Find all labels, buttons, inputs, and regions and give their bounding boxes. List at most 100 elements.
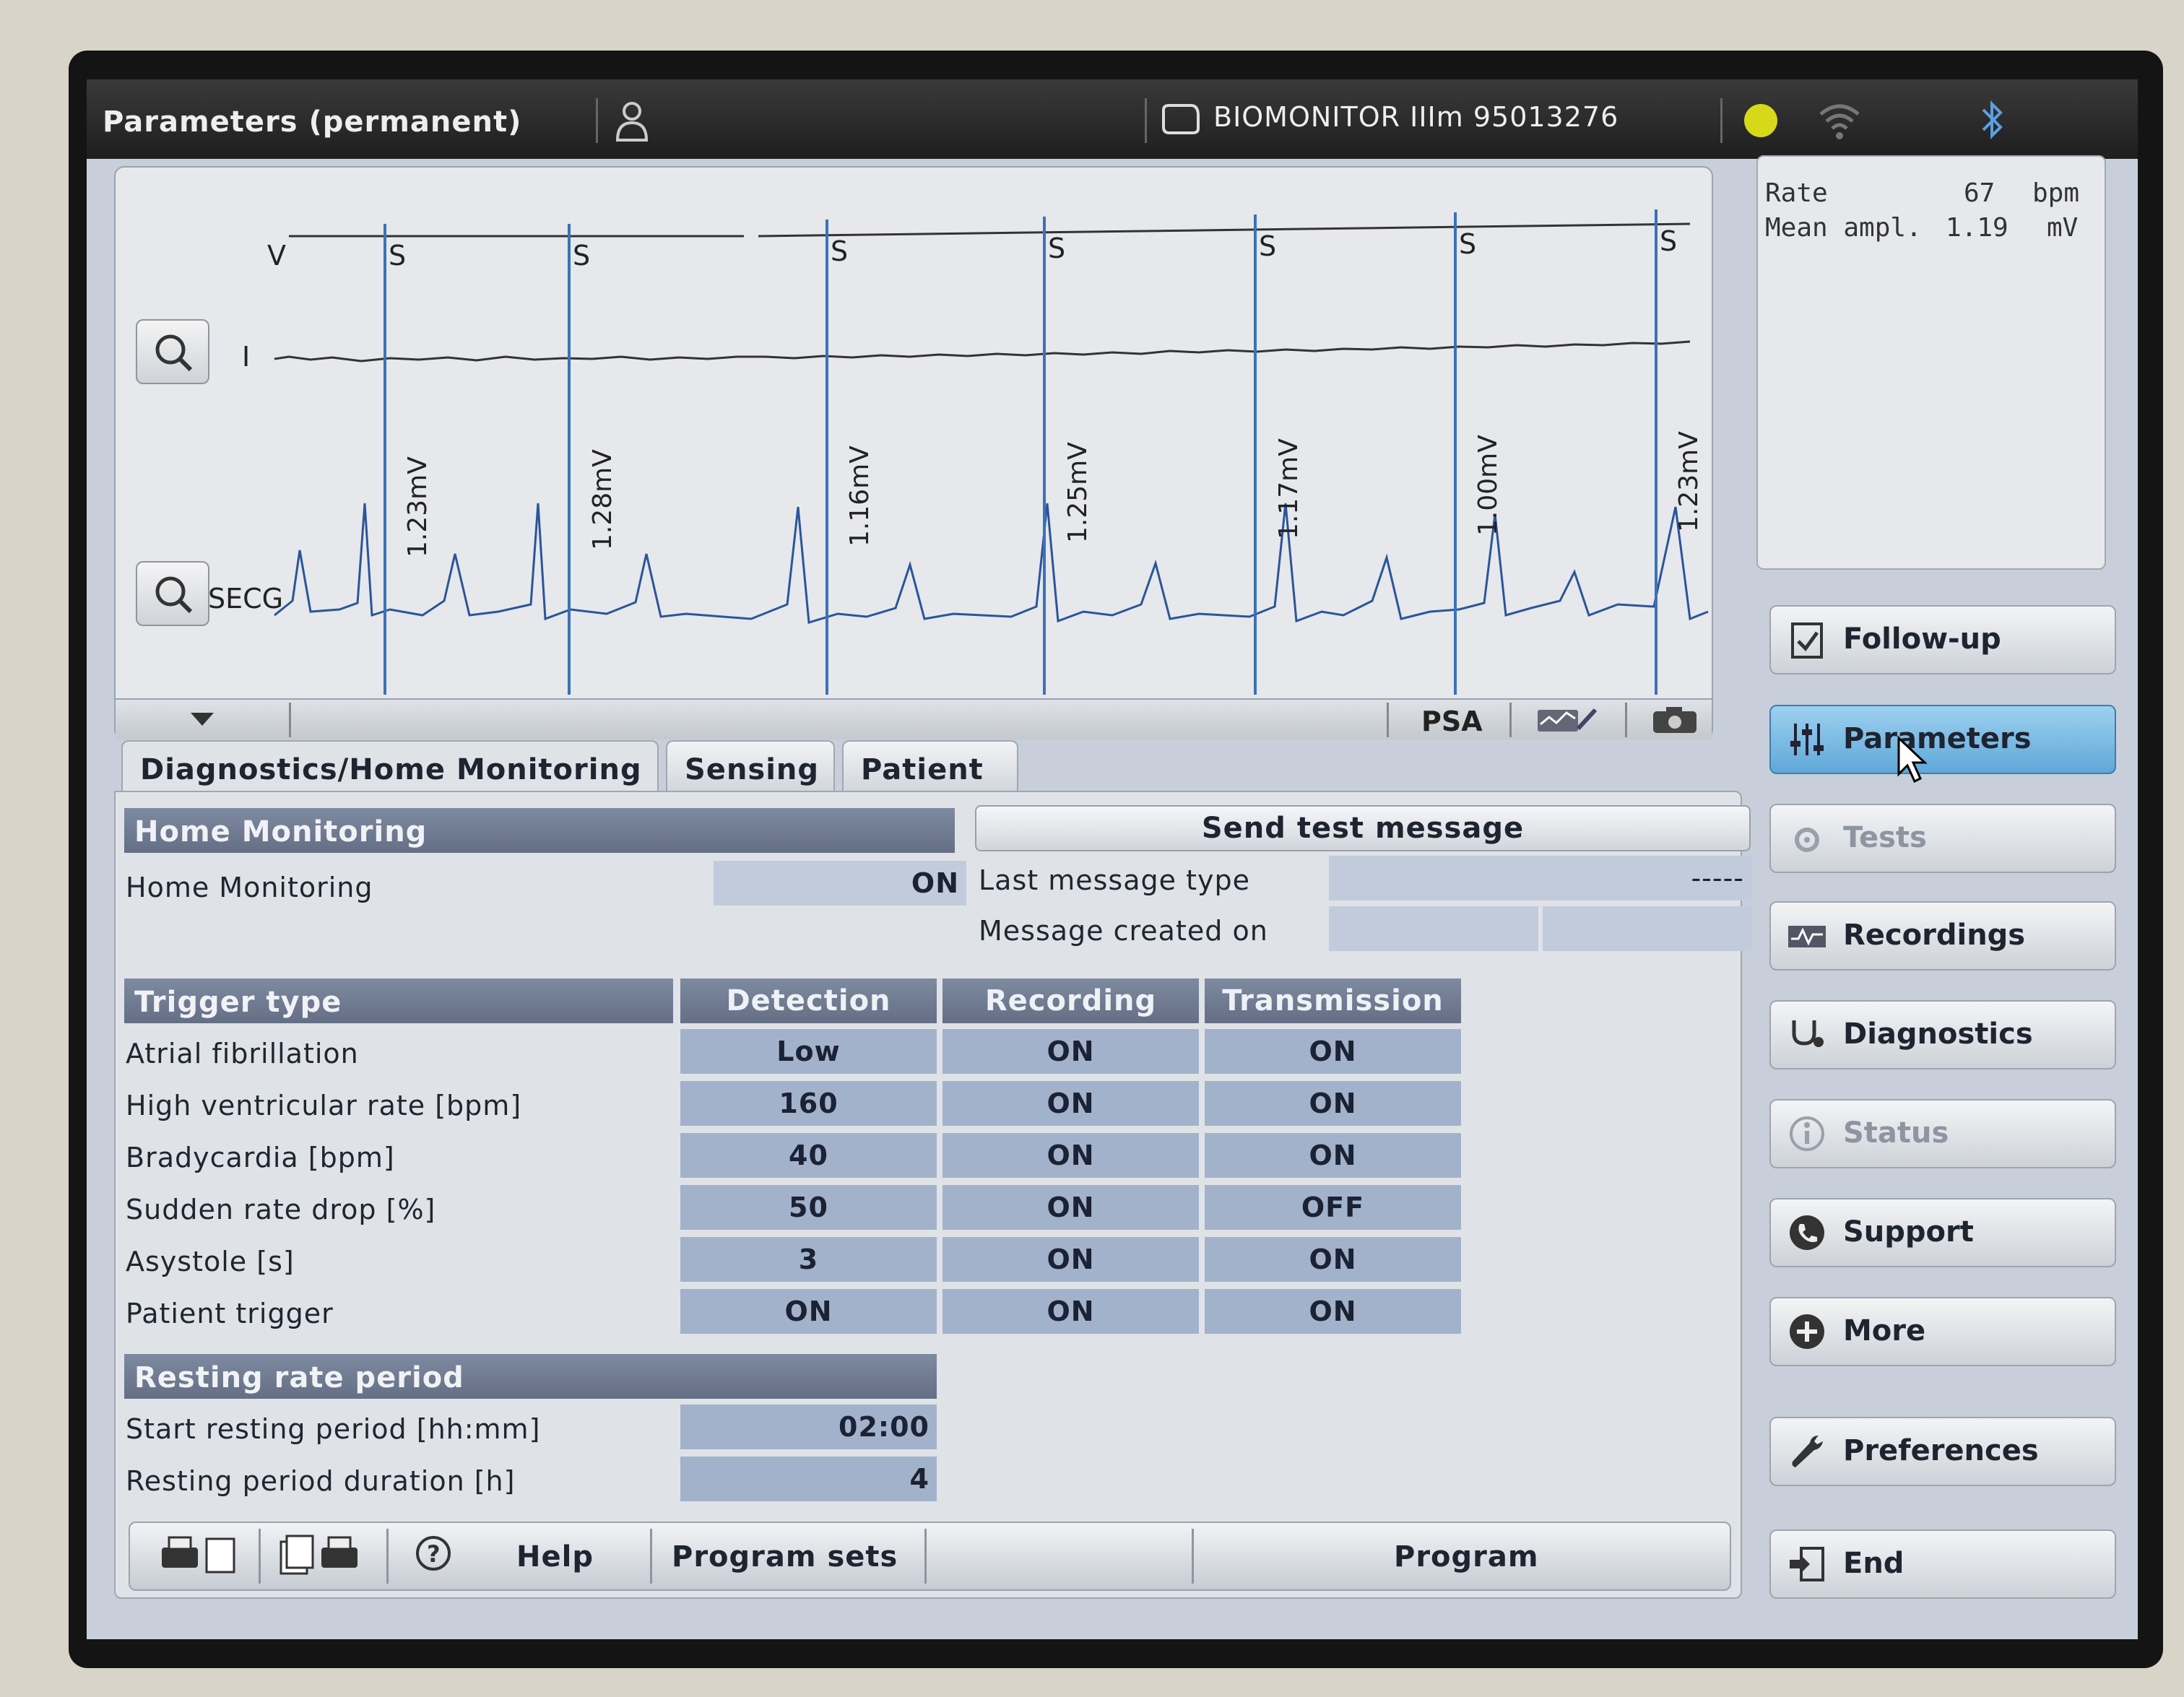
marker-v-label: V [267, 240, 286, 272]
end-button[interactable]: End [1769, 1529, 2116, 1599]
implant-icon [1162, 104, 1200, 134]
resting-rate-section-header: Resting rate period [124, 1354, 937, 1399]
user-icon[interactable] [614, 100, 650, 142]
amplitude-label: 1.00mV [1473, 435, 1503, 536]
recording-cell[interactable]: ON [942, 1081, 1199, 1126]
magnifier-icon [155, 576, 193, 614]
psa-button[interactable]: PSA [1421, 706, 1483, 737]
tab-diagnostics-home-monitoring[interactable]: Diagnostics/Home Monitoring [121, 740, 659, 794]
tests-button[interactable]: Tests [1769, 804, 2116, 873]
recording-cell[interactable]: ON [942, 1237, 1199, 1282]
program-button[interactable]: Program [1394, 1540, 1539, 1574]
amplitude-label: 1.23mV [403, 456, 433, 557]
marker-s-label: S [1459, 228, 1477, 260]
mean-ampl-label: Mean ampl. [1765, 213, 1922, 243]
transmission-cell[interactable]: ON [1205, 1029, 1461, 1074]
mean-ampl-value: 1.19 [1946, 213, 2008, 243]
last-message-type-label: Last message type [979, 864, 1250, 896]
message-created-date [1329, 906, 1538, 951]
end-label: End [1843, 1547, 1904, 1580]
marker-s-label: S [831, 235, 849, 267]
message-created-label: Message created on [979, 915, 1268, 947]
toolbar-separator [1387, 703, 1389, 737]
amplitude-label: 1.23mV [1674, 431, 1704, 532]
recording-cell[interactable]: ON [942, 1133, 1199, 1178]
amplitude-label: 1.16mV [845, 446, 875, 547]
camera-icon[interactable] [1650, 704, 1701, 736]
transmission-cell[interactable]: ON [1205, 1133, 1461, 1178]
followup-button[interactable]: Follow-up [1769, 605, 2116, 674]
transmission-cell[interactable]: ON [1205, 1237, 1461, 1282]
marker-s-label: S [1048, 233, 1066, 264]
trigger-type-section-header: Trigger type [124, 978, 673, 1023]
sliders-icon [1790, 724, 1824, 755]
tab-patient[interactable]: Patient [842, 740, 1018, 794]
screen: Parameters (permanent) BIOMONITOR IIIm 9… [87, 79, 2138, 1639]
bluetooth-icon [1982, 100, 2003, 139]
detection-cell[interactable]: Low [680, 1029, 937, 1074]
marker-s-label: S [573, 240, 591, 272]
help-button[interactable]: Help [516, 1540, 594, 1574]
status-label: Status [1843, 1116, 1949, 1150]
amplitude-label: 1.17mV [1274, 438, 1304, 539]
toolbar-separator [259, 1529, 261, 1584]
toolbar-separator [1509, 703, 1512, 737]
channel-secg-label: SECG [208, 583, 284, 615]
more-button[interactable]: More [1769, 1297, 2116, 1366]
marker-channel-line [758, 222, 1691, 238]
message-created-time [1543, 906, 1752, 951]
recording-cell[interactable]: ON [942, 1289, 1199, 1334]
diagnostics-button[interactable]: Diagnostics [1769, 1000, 2116, 1069]
mouse-cursor-icon [1897, 735, 1928, 784]
recording-cell[interactable]: ON [942, 1029, 1199, 1074]
toolbar-separator [1192, 1529, 1194, 1584]
transmission-cell[interactable]: OFF [1205, 1185, 1461, 1230]
print-icon[interactable] [159, 1533, 238, 1578]
recording-cell[interactable]: ON [942, 1185, 1199, 1230]
detection-cell[interactable]: 3 [680, 1237, 937, 1282]
amplitude-label: 1.25mV [1063, 442, 1093, 543]
phone-icon [1790, 1215, 1824, 1250]
detection-cell[interactable]: 160 [680, 1081, 937, 1126]
parameters-form: Home Monitoring Home Monitoring ON Send … [114, 791, 1752, 1599]
trigger-row-label: Atrial fibrillation [126, 1038, 359, 1069]
bottom-toolbar: ? Help Program sets Program [129, 1522, 1731, 1591]
status-button[interactable]: Status [1769, 1099, 2116, 1168]
ecg-recording-icon [1788, 926, 1826, 947]
zoom-channel-secg-button[interactable] [136, 561, 209, 626]
trigger-row-label: Asystole [s] [126, 1246, 295, 1277]
diagnostics-label: Diagnostics [1843, 1017, 2033, 1051]
recordings-button[interactable]: Recordings [1769, 901, 2116, 971]
svg-text:?: ? [427, 1540, 441, 1568]
home-monitoring-value[interactable]: ON [714, 861, 966, 906]
preferences-button[interactable]: Preferences [1769, 1417, 2116, 1486]
stats-panel: Rate 67 bpm Mean ampl. 1.19 mV [1756, 155, 2106, 570]
zoom-channel-i-button[interactable] [136, 319, 209, 384]
recordings-label: Recordings [1843, 919, 2026, 952]
program-sets-button[interactable]: Program sets [672, 1540, 898, 1574]
support-button[interactable]: Support [1769, 1198, 2116, 1267]
transmission-cell[interactable]: ON [1205, 1289, 1461, 1334]
parameters-button[interactable]: Parameters [1769, 705, 2116, 774]
help-icon[interactable]: ? [413, 1533, 458, 1578]
detection-cell[interactable]: 50 [680, 1185, 937, 1230]
rate-unit: bpm [2032, 178, 2080, 208]
resting-period-duration-label: Resting period duration [h] [126, 1465, 516, 1497]
print-all-icon[interactable] [278, 1533, 365, 1578]
marker-s-label: S [389, 240, 407, 272]
toolbar-separator [289, 703, 291, 737]
chevron-down-icon[interactable] [188, 710, 217, 729]
transmission-cell[interactable]: ON [1205, 1081, 1461, 1126]
home-monitoring-section-header: Home Monitoring [124, 808, 955, 853]
send-test-message-button[interactable]: Send test message [975, 805, 1751, 851]
parameters-label: Parameters [1843, 722, 2032, 755]
detection-cell[interactable]: ON [680, 1289, 937, 1334]
start-resting-period-value[interactable]: 02:00 [680, 1405, 937, 1449]
rate-label: Rate [1765, 178, 1828, 208]
resting-period-duration-value[interactable]: 4 [680, 1457, 937, 1501]
ecg-settings-icon[interactable] [1535, 704, 1600, 736]
tab-sensing[interactable]: Sensing [666, 740, 835, 794]
detection-cell[interactable]: 40 [680, 1133, 937, 1178]
device-name: BIOMONITOR IIIm 95013276 [1213, 101, 1619, 133]
followup-label: Follow-up [1843, 622, 2001, 656]
